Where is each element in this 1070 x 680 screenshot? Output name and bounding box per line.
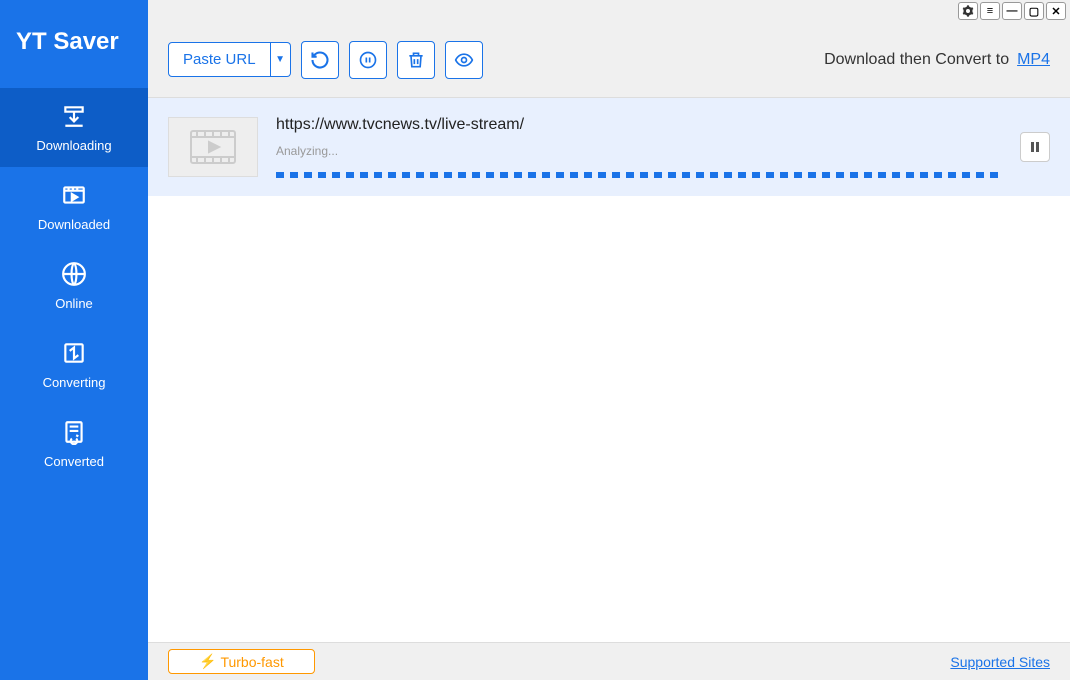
download-item[interactable]: https://www.tvcnews.tv/live-stream/ Anal… <box>148 98 1070 196</box>
pause-download-button[interactable] <box>1020 132 1050 162</box>
delete-button[interactable] <box>397 41 435 79</box>
toolbar-left: Paste URL ▼ <box>168 41 483 79</box>
menu-button[interactable]: ≡ <box>980 2 1000 20</box>
minimize-button[interactable]: — <box>1002 2 1022 20</box>
sidebar: YT Saver Downloading Downloaded Online C… <box>0 0 148 680</box>
progress-bar <box>276 172 1002 178</box>
sidebar-item-label: Online <box>55 296 93 311</box>
sidebar-item-downloading[interactable]: Downloading <box>0 88 148 167</box>
turbo-label: Turbo-fast <box>220 654 283 670</box>
footer: ⚡ Turbo-fast Supported Sites <box>148 642 1070 680</box>
paste-url-group: Paste URL ▼ <box>168 42 291 77</box>
settings-button[interactable] <box>958 2 978 20</box>
content-area: https://www.tvcnews.tv/live-stream/ Anal… <box>148 98 1070 642</box>
app-title: YT Saver <box>0 0 148 88</box>
converted-file-icon <box>60 418 88 446</box>
sidebar-item-label: Downloading <box>36 138 111 153</box>
sidebar-item-converting[interactable]: Converting <box>0 325 148 404</box>
download-url: https://www.tvcnews.tv/live-stream/ <box>276 116 1002 134</box>
sidebar-item-label: Converted <box>44 454 104 469</box>
video-thumbnail <box>168 117 258 177</box>
sidebar-item-downloaded[interactable]: Downloaded <box>0 167 148 246</box>
titlebar: ≡ — ▢ ✕ <box>148 0 1070 22</box>
sidebar-item-label: Downloaded <box>38 217 110 232</box>
convert-format-link[interactable]: MP4 <box>1017 51 1050 69</box>
supported-sites-link[interactable]: Supported Sites <box>950 654 1050 670</box>
paste-url-dropdown[interactable]: ▼ <box>271 42 291 77</box>
pause-all-button[interactable] <box>349 41 387 79</box>
sidebar-item-label: Converting <box>43 375 106 390</box>
toolbar: Paste URL ▼ Download then Convert to MP4 <box>148 22 1070 98</box>
convert-icon <box>60 339 88 367</box>
paste-url-button[interactable]: Paste URL <box>168 42 271 77</box>
main-panel: ≡ — ▢ ✕ Paste URL ▼ Download then Co <box>148 0 1070 680</box>
download-item-body: https://www.tvcnews.tv/live-stream/ Anal… <box>276 116 1002 178</box>
bolt-icon: ⚡ <box>199 653 216 670</box>
close-button[interactable]: ✕ <box>1046 2 1066 20</box>
maximize-button[interactable]: ▢ <box>1024 2 1044 20</box>
convert-prefix-label: Download then Convert to <box>824 51 1009 69</box>
sidebar-item-converted[interactable]: Converted <box>0 404 148 483</box>
preview-button[interactable] <box>445 41 483 79</box>
download-icon <box>60 102 88 130</box>
toolbar-right: Download then Convert to MP4 <box>824 51 1050 69</box>
download-status: Analyzing... <box>276 144 1002 158</box>
refresh-button[interactable] <box>301 41 339 79</box>
globe-icon <box>60 260 88 288</box>
turbo-fast-button[interactable]: ⚡ Turbo-fast <box>168 649 315 674</box>
sidebar-item-online[interactable]: Online <box>0 246 148 325</box>
video-file-icon <box>60 181 88 209</box>
